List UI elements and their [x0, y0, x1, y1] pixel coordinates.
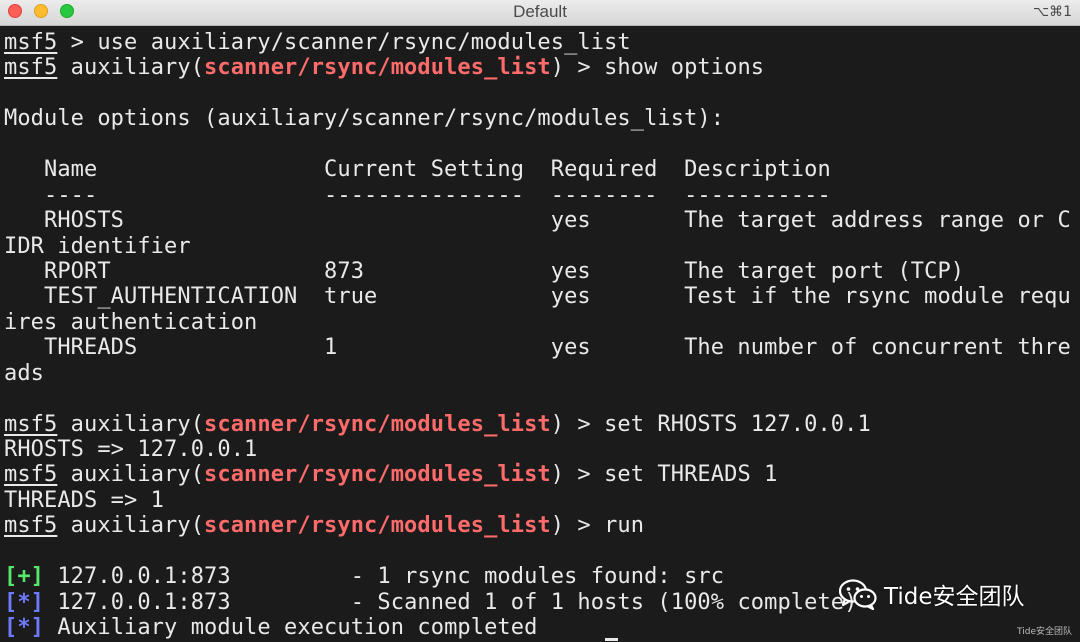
terminal-output[interactable]: msf5 > use auxiliary/scanner/rsync/modul…: [4, 30, 1078, 642]
terminal-text: ) > set THREADS 1: [550, 462, 778, 488]
terminal-line: TEST_AUTHENTICATION true yes Test if the…: [4, 284, 1078, 309]
wechat-icon: [838, 579, 877, 610]
prompt: msf5: [4, 30, 58, 55]
module-path: scanner/rsync/modules_list: [204, 411, 551, 437]
status-marker: [*]: [4, 615, 45, 641]
terminal-text: RPORT 873 yes The target port (TCP): [4, 258, 965, 284]
terminal-line: msf5 auxiliary(scanner/rsync/modules_lis…: [4, 462, 1078, 487]
terminal-line: THREADS => 1: [4, 488, 1078, 513]
module-path: scanner/rsync/modules_list: [204, 462, 551, 488]
terminal-text: THREADS => 1: [4, 487, 165, 513]
module-path: scanner/rsync/modules_list: [204, 513, 551, 539]
prompt: msf5: [4, 411, 58, 437]
terminal-line: Module options (auxiliary/scanner/rsync/…: [4, 106, 1078, 131]
terminal-text: RHOSTS => 127.0.0.1: [4, 437, 258, 462]
watermark-small-text: Tide安全团队: [1017, 627, 1072, 637]
status-marker: [*]: [4, 589, 45, 615]
prompt: msf5: [4, 55, 58, 81]
status-marker: [+]: [4, 564, 45, 590]
terminal-text: 127.0.0.1:873 - Scanned 1 of 1 hosts (10…: [44, 589, 858, 615]
terminal-text: TEST_AUTHENTICATION true yes Test if the…: [4, 284, 1071, 310]
terminal-line: IDR identifier: [4, 234, 1078, 259]
terminal-line: THREADS 1 yes The number of concurrent t…: [4, 335, 1078, 360]
terminal-line: ads: [4, 361, 1078, 386]
terminal-cursor: [605, 638, 618, 641]
prompt: msf5: [4, 513, 58, 539]
terminal-text: Module options (auxiliary/scanner/rsync/…: [4, 106, 725, 132]
terminal-line: Name Current Setting Required Descriptio…: [4, 157, 1078, 182]
terminal-text: > use auxiliary/scanner/rsync/modules_li…: [57, 30, 631, 55]
terminal-text: THREADS 1 yes The number of concurrent t…: [4, 335, 1071, 361]
terminal-line: RHOSTS yes The target address range or C: [4, 208, 1078, 233]
terminal-text: ) > set RHOSTS 127.0.0.1: [550, 411, 871, 437]
terminal-text: RHOSTS yes The target address range or C: [4, 208, 1071, 234]
terminal-text: ) > run: [550, 513, 645, 539]
terminal-line: msf5 auxiliary(scanner/rsync/modules_lis…: [4, 513, 1078, 538]
terminal-line: msf5 auxiliary(scanner/rsync/modules_lis…: [4, 55, 1078, 80]
terminal-text: auxiliary(: [57, 462, 205, 488]
terminal-line: ---- --------------- -------- ----------…: [4, 183, 1078, 208]
terminal-text: ---- --------------- -------- ----------…: [4, 182, 831, 208]
terminal-line: RPORT 873 yes The target port (TCP): [4, 259, 1078, 284]
terminal-text: ads: [4, 360, 45, 386]
terminal-text: ires authentication: [4, 309, 258, 335]
terminal-text: auxiliary(: [57, 55, 205, 81]
terminal-text: ) > show options: [550, 55, 765, 81]
module-path: scanner/rsync/modules_list: [204, 55, 551, 81]
terminal-line: RHOSTS => 127.0.0.1: [4, 437, 1078, 462]
title-bar: Default ⌥⌘1: [0, 0, 1080, 26]
terminal-text: auxiliary(: [57, 513, 205, 539]
window-shortcut: ⌥⌘1: [1032, 4, 1072, 20]
watermark: Tide安全团队: [838, 576, 1024, 612]
window-title: Default: [513, 2, 567, 21]
terminal-text: auxiliary(: [57, 411, 205, 437]
terminal-text: Name Current Setting Required Descriptio…: [4, 157, 831, 183]
terminal-line: ires authentication: [4, 310, 1078, 335]
terminal-line: msf5 > use auxiliary/scanner/rsync/modul…: [4, 30, 1078, 55]
prompt: msf5: [4, 462, 58, 488]
terminal-window: Default ⌥⌘1 msf5 > use auxiliary/scanner…: [0, 0, 1080, 642]
terminal-text: IDR identifier: [4, 233, 191, 259]
terminal-line: msf5 auxiliary(scanner/rsync/modules_lis…: [4, 412, 1078, 437]
terminal-line: [*] Auxiliary module execution completed: [4, 615, 1078, 640]
watermark-text: Tide安全团队: [884, 584, 1025, 610]
terminal-text: 127.0.0.1:873 - 1 rsync modules found: s…: [44, 564, 725, 590]
terminal-text: Auxiliary module execution completed: [44, 615, 538, 641]
